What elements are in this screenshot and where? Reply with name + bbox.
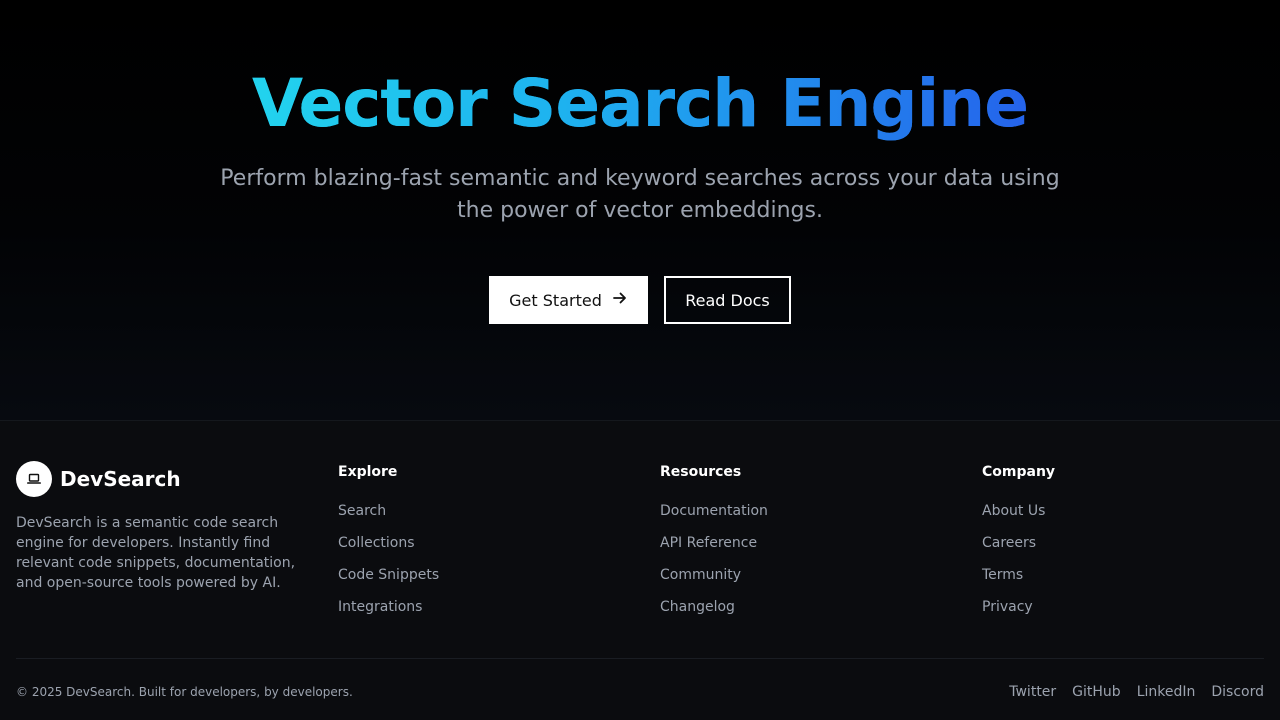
hero-title-text: Vector Search Engine: [252, 62, 1029, 146]
footer-link-privacy[interactable]: Privacy: [982, 598, 1262, 616]
get-started-label: Get Started: [509, 290, 602, 310]
footer-link-community[interactable]: Community: [660, 566, 940, 584]
footer-column-explore: Explore Search Collections Code Snippets…: [338, 463, 618, 616]
footer-link-list: About Us Careers Terms Privacy: [982, 502, 1262, 616]
footer-link-documentation[interactable]: Documentation: [660, 502, 940, 520]
footer-link-collections[interactable]: Collections: [338, 534, 618, 552]
footer-column-resources: Resources Documentation API Reference Co…: [660, 463, 940, 616]
hero-title: Vector Search Engine: [0, 62, 1280, 146]
social-link-discord[interactable]: Discord: [1211, 683, 1264, 701]
footer-link-careers[interactable]: Careers: [982, 534, 1262, 552]
footer-link-list: Documentation API Reference Community Ch…: [660, 502, 940, 616]
footer-link-list: Search Collections Code Snippets Integra…: [338, 502, 618, 616]
footer-divider: [16, 658, 1264, 659]
footer-link-terms[interactable]: Terms: [982, 566, 1262, 584]
footer-column-heading: Company: [982, 464, 1056, 480]
arrow-right-icon: [612, 290, 628, 310]
copyright-text: © 2025 DevSearch. Built for developers, …: [16, 685, 353, 699]
footer-link-code-snippets[interactable]: Code Snippets: [338, 566, 618, 584]
footer: DevSearch DevSearch is a semantic code s…: [0, 420, 1280, 720]
social-link-github[interactable]: GitHub: [1072, 683, 1121, 701]
footer-brand: DevSearch DevSearch is a semantic code s…: [16, 461, 306, 593]
read-docs-button[interactable]: Read Docs: [664, 276, 791, 324]
footer-column-company: Company About Us Careers Terms Privacy: [982, 463, 1262, 616]
brand-home-link[interactable]: DevSearch: [16, 461, 306, 497]
hero-subtitle: Perform blazing-fast semantic and keywor…: [220, 166, 1060, 223]
hero-section: Vector Search Engine Perform blazing-fas…: [0, 0, 1280, 420]
hero-actions: Get Started Read Docs: [0, 276, 1280, 324]
brand-name: DevSearch: [60, 467, 181, 491]
social-links: Twitter GitHub LinkedIn Discord: [1009, 683, 1264, 701]
social-link-linkedin[interactable]: LinkedIn: [1137, 683, 1196, 701]
footer-link-changelog[interactable]: Changelog: [660, 598, 940, 616]
read-docs-label: Read Docs: [685, 290, 770, 310]
laptop-icon: [16, 461, 52, 497]
get-started-button[interactable]: Get Started: [489, 276, 648, 324]
footer-link-search[interactable]: Search: [338, 502, 618, 520]
footer-link-about-us[interactable]: About Us: [982, 502, 1262, 520]
footer-column-heading: Explore: [338, 464, 398, 480]
social-link-twitter[interactable]: Twitter: [1009, 683, 1056, 701]
footer-link-integrations[interactable]: Integrations: [338, 598, 618, 616]
brand-description: DevSearch is a semantic code search engi…: [16, 515, 296, 591]
footer-link-api-reference[interactable]: API Reference: [660, 534, 940, 552]
footer-column-heading: Resources: [660, 464, 742, 480]
